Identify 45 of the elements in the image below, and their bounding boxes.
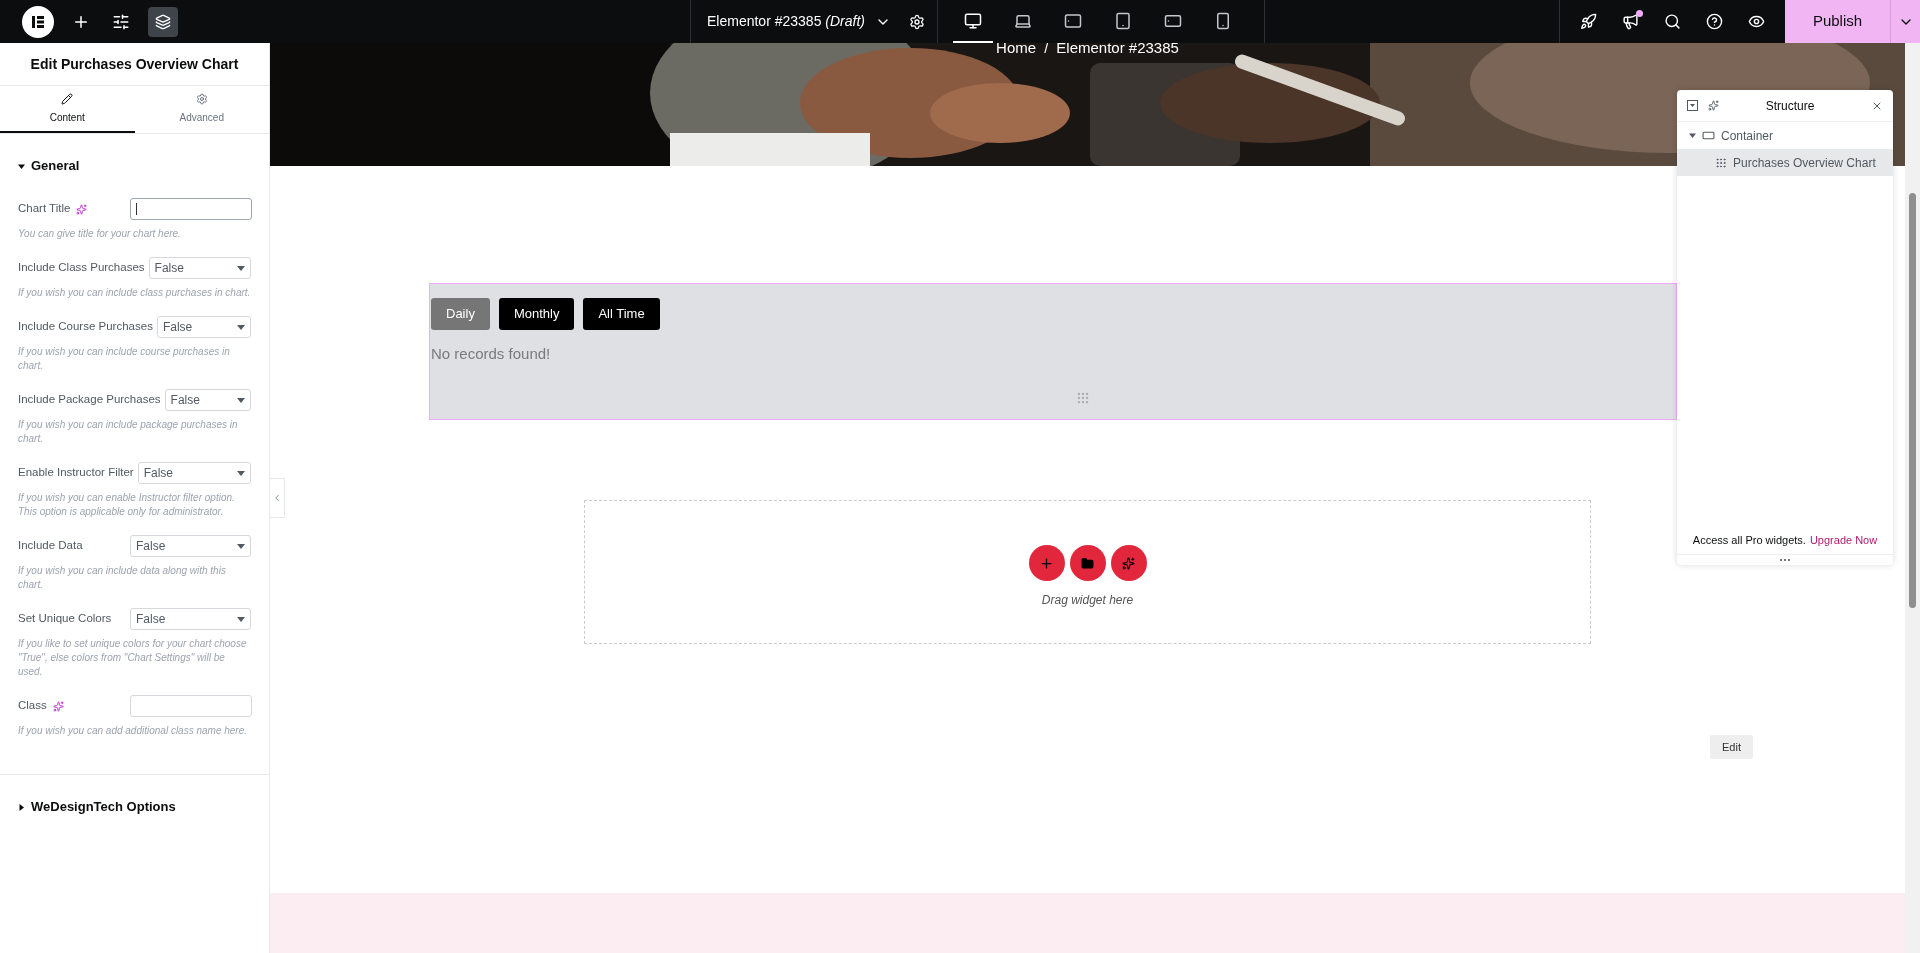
field-hint: If you wish you can include data along with this chart.	[18, 564, 227, 592]
field-label: Include Course Purchases	[18, 319, 153, 335]
panel-tab[interactable]: Content	[0, 86, 135, 133]
promo-text: Access all Pro widgets.	[1692, 533, 1806, 549]
field-hint: If you like to set unique colors for your chart choose "True", else colors from "Chart Settings" will be used.	[18, 637, 248, 679]
field-hint: If you wish you can include course purchases in chart.	[18, 345, 231, 373]
breadcrumb-separator: /	[1044, 43, 1049, 58]
tree-item[interactable]: Purchases Overview Chart	[1677, 149, 1893, 176]
breadcrumb-link[interactable]: Home	[996, 43, 1037, 60]
edit-button[interactable]: Edit	[1710, 735, 1753, 759]
field-label: Include Class Purchases	[18, 260, 145, 276]
empty-message: No records found!	[431, 344, 552, 364]
field-label: Class	[18, 698, 47, 714]
panel-tab[interactable]: Advanced	[134, 86, 269, 133]
panel-title: Edit Purchases Overview Chart	[30, 54, 239, 74]
field-label: Enable Instructor Filter	[18, 465, 134, 481]
section-header[interactable]: WeDesignTech Options	[0, 775, 269, 839]
drop-zone[interactable]: Drag widget here	[584, 500, 1591, 644]
structure-title: Structure	[1764, 97, 1816, 115]
field-hint: If you wish you can add additional class name here.	[18, 724, 249, 738]
select-field[interactable]: False	[164, 389, 251, 411]
field-hint: If you wish you can enable Instructor filter option. This option is applicable only for administrator.	[18, 491, 236, 519]
chart-widget[interactable]: Daily Monthly All Time No records found!	[429, 283, 1677, 420]
select-field[interactable]: False	[137, 462, 251, 484]
period-tab[interactable]: All Time	[583, 298, 660, 330]
field-label: Chart Title	[18, 201, 71, 217]
select-field[interactable]: False	[130, 535, 251, 557]
drop-hint: Drag widget here	[1041, 592, 1134, 609]
breadcrumb-link[interactable]: Elementor #23385	[1056, 43, 1179, 60]
document-title[interactable]: Elementor #23385 (Draft)	[707, 11, 865, 32]
field-hint: You can give title for your chart here.	[18, 227, 182, 241]
field-label: Set Unique Colors	[18, 611, 112, 627]
select-field[interactable]: False	[148, 257, 251, 279]
upgrade-link[interactable]: Upgrade Now	[1809, 532, 1878, 549]
period-tab[interactable]: Daily	[431, 298, 490, 330]
publish-button[interactable]: Publish	[1785, 0, 1890, 43]
select-field[interactable]: False	[130, 608, 251, 630]
field-label: Include Data	[18, 538, 83, 554]
period-tab[interactable]: Monthly	[498, 298, 575, 330]
field-hint: If you wish you can include package purchases in chart.	[18, 418, 239, 446]
section-header[interactable]: General	[0, 134, 269, 198]
field-hint: If you wish you can include class purchases in chart.	[18, 286, 251, 300]
select-field[interactable]: False	[156, 316, 251, 338]
tree-item[interactable]: Container	[1677, 122, 1893, 149]
field-label: Include Package Purchases	[18, 392, 161, 408]
